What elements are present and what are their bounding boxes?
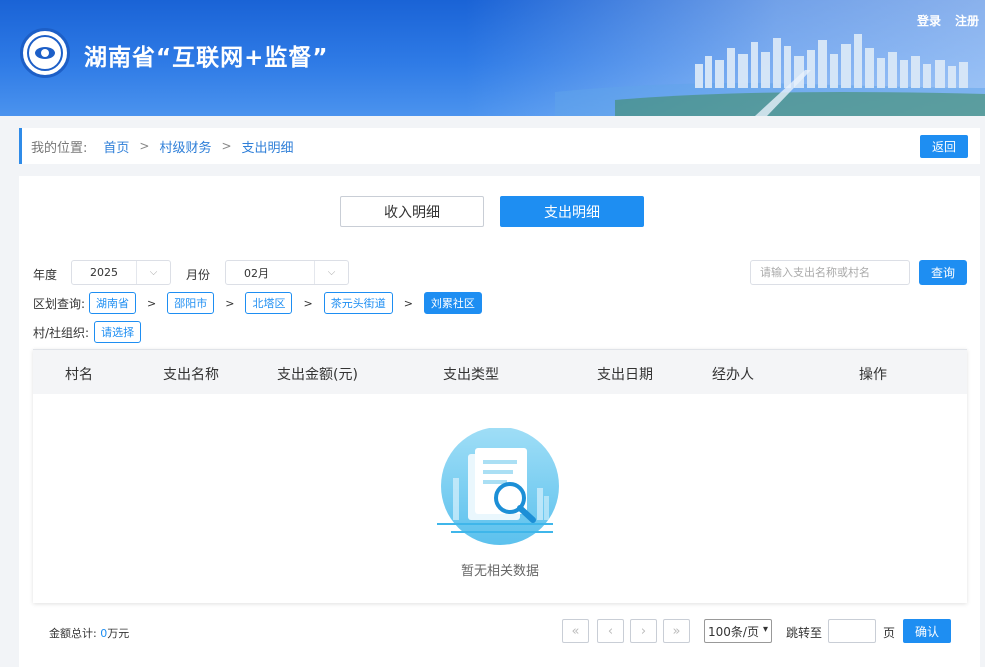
search-input[interactable] <box>750 260 910 285</box>
tab-expense-detail[interactable]: 支出明细 <box>500 196 644 227</box>
breadcrumb-home[interactable]: 首页 <box>103 137 129 156</box>
month-label: 月份 <box>186 268 211 282</box>
register-link[interactable]: 注册 <box>955 12 979 29</box>
region-chip-district[interactable]: 北塔区 <box>245 292 293 314</box>
login-link[interactable]: 登录 <box>917 12 941 29</box>
chevron-down-icon: ⌵ <box>314 261 348 284</box>
column-header-expense-type: 支出类型 <box>443 367 499 383</box>
chevron-down-icon: ⌵ <box>136 261 170 284</box>
site-title: 湖南省“互联网+监督” <box>84 45 329 71</box>
query-button[interactable]: 查询 <box>919 260 967 285</box>
amount-total-label: 金额总计: <box>49 627 97 640</box>
org-selector-row: 村/社组织: 请选择 <box>33 321 142 343</box>
tab-income-detail[interactable]: 收入明细 <box>340 196 484 227</box>
column-header-expense-date: 支出日期 <box>597 367 653 383</box>
page-unit-label: 页 <box>883 626 896 640</box>
breadcrumb: 我的位置: 首页 > 村级财务 > 支出明细 返回 <box>19 128 980 164</box>
site-header: 湖南省“互联网+监督” 登录 注册 <box>0 0 985 116</box>
region-chip-province[interactable]: 湖南省 <box>89 292 137 314</box>
column-header-expense-name: 支出名称 <box>163 367 219 383</box>
eye-icon <box>35 47 55 59</box>
year-select[interactable]: 2025 ⌵ <box>71 260 171 285</box>
jump-to-label: 跳转至 <box>786 626 823 640</box>
empty-state-text: 暂无相关数据 <box>460 564 539 579</box>
jump-page-input[interactable] <box>828 619 876 643</box>
column-header-actions: 操作 <box>859 367 887 383</box>
no-data-icon <box>437 428 559 545</box>
month-select[interactable]: 02月 ⌵ <box>225 260 349 285</box>
breadcrumb-separator: > <box>139 139 150 153</box>
year-value: 2025 <box>90 266 118 279</box>
breadcrumb-prefix: 我的位置: <box>31 140 88 156</box>
confirm-jump-button[interactable]: 确认 <box>903 619 951 643</box>
region-label: 区划查询: <box>33 296 86 311</box>
page-size-select[interactable]: 100条/页 ▾ <box>704 619 772 643</box>
region-separator: > <box>403 296 413 310</box>
site-logo <box>20 28 70 78</box>
region-chip-city[interactable]: 邵阳市 <box>167 292 215 314</box>
column-header-handler: 经办人 <box>712 367 754 383</box>
month-value: 02月 <box>244 266 269 280</box>
amount-total: 金额总计: 0万元 <box>49 625 129 641</box>
org-select-button[interactable]: 请选择 <box>94 321 142 343</box>
next-page-button[interactable]: › <box>630 619 657 643</box>
first-page-button[interactable]: « <box>562 619 589 643</box>
last-page-button[interactable]: » <box>663 619 690 643</box>
region-path: 区划查询: 湖南省 > 邵阳市 > 北塔区 > 茶元头街道 > 刘累社区 <box>33 292 482 314</box>
main-panel: 收入明细 支出明细 年度 2025 ⌵ 月份 02月 ⌵ 查询 区划查询: 湖南… <box>19 176 980 667</box>
back-button[interactable]: 返回 <box>920 135 968 158</box>
breadcrumb-expense-detail[interactable]: 支出明细 <box>242 137 294 156</box>
table-header: 村名 支出名称 支出金额(元) 支出类型 支出日期 经办人 操作 <box>33 349 967 394</box>
year-label: 年度 <box>33 268 58 282</box>
city-skyline-image <box>555 34 985 116</box>
column-header-amount: 支出金额(元) <box>277 367 358 383</box>
region-separator: > <box>303 296 313 310</box>
prev-page-button[interactable]: ‹ <box>597 619 624 643</box>
expense-table: 村名 支出名称 支出金额(元) 支出类型 支出日期 经办人 操作 暂无相关数据 <box>33 349 967 603</box>
breadcrumb-village-finance[interactable]: 村级财务 <box>159 137 211 156</box>
region-separator: > <box>225 296 235 310</box>
amount-total-unit: 万元 <box>107 627 130 640</box>
breadcrumb-separator: > <box>221 139 232 153</box>
empty-state: 暂无相关数据 <box>33 394 967 603</box>
region-separator: > <box>147 296 157 310</box>
column-header-village: 村名 <box>65 367 93 383</box>
region-chip-community[interactable]: 刘累社区 <box>423 292 482 314</box>
page-size-value: 100条/页 <box>708 624 759 639</box>
chevron-down-icon: ▾ <box>762 624 768 635</box>
org-label: 村/社组织: <box>33 325 90 340</box>
region-chip-street[interactable]: 茶元头街道 <box>323 292 393 314</box>
